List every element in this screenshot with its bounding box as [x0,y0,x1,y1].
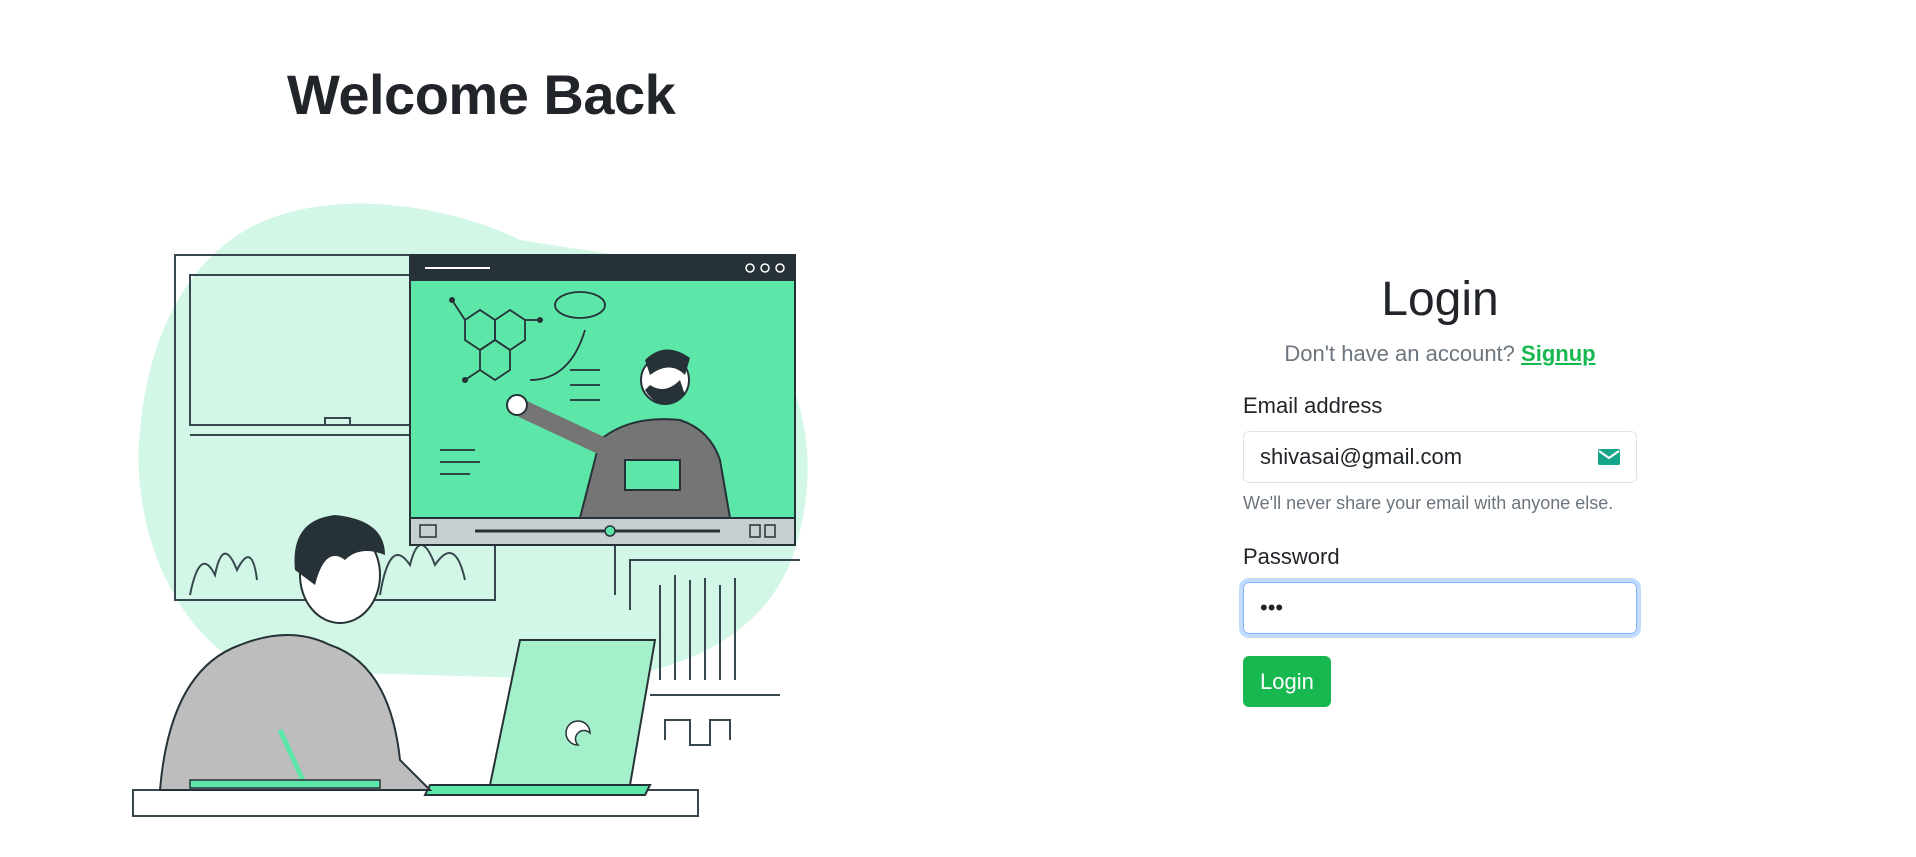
password-field-wrapper [1243,582,1637,634]
signup-prompt-text: Don't have an account? [1284,341,1515,366]
email-field-wrapper [1243,431,1637,483]
password-input[interactable] [1243,582,1637,634]
login-panel: Login Don't have an account? Signup Emai… [1243,262,1637,707]
signup-prompt-line: Don't have an account? Signup [1243,341,1637,367]
login-button[interactable]: Login [1243,656,1331,707]
envelope-icon [1598,449,1620,465]
welcome-title: Welcome Back [287,63,676,126]
email-input[interactable] [1243,431,1637,483]
online-learning-illustration [130,200,820,835]
login-title: Login [1381,273,1499,326]
video-window [409,254,796,546]
email-help-text: We'll never share your email with anyone… [1243,493,1614,513]
email-label: Email address [1243,393,1383,418]
password-label: Password [1243,544,1340,569]
signup-link[interactable]: Signup [1521,341,1596,366]
